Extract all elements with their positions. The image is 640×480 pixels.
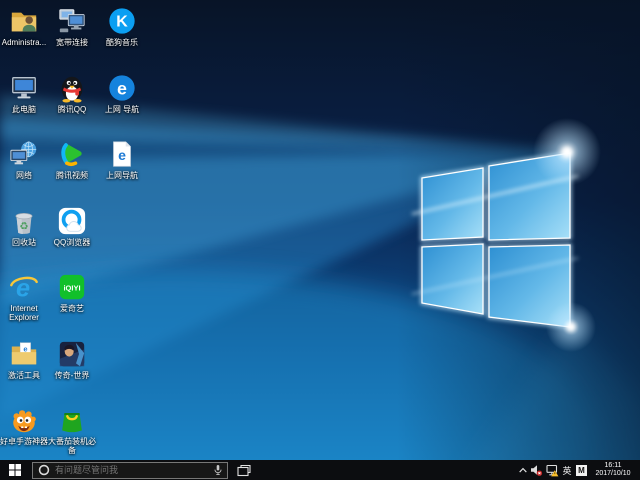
desktop-icon-recycle-bin[interactable]: ♻ 回收站 bbox=[0, 206, 50, 247]
taskbar-search[interactable] bbox=[32, 462, 228, 479]
tray-ime-language[interactable]: 英 bbox=[560, 460, 574, 480]
tray-volume-button[interactable] bbox=[529, 460, 544, 480]
tray-clock[interactable]: 16:11 2017/10/10 bbox=[589, 462, 640, 478]
network-warning-icon bbox=[545, 464, 559, 477]
desktop-icon-tencent-video[interactable]: 腾讯视频 bbox=[46, 139, 98, 180]
icon-label: 回收站 bbox=[12, 238, 36, 247]
web-navigation-doc-icon: e bbox=[107, 139, 137, 169]
icon-label: 上网导航 bbox=[106, 171, 138, 180]
desktop-icon-activation-tool[interactable]: e 激活工具 bbox=[0, 339, 50, 380]
web-navigation-circle-icon: e bbox=[107, 73, 137, 103]
microphone-icon[interactable] bbox=[213, 463, 223, 477]
svg-text:e: e bbox=[117, 79, 127, 99]
icon-label: 此电脑 bbox=[12, 105, 36, 114]
desktop-icon-nav-doc[interactable]: e 上网导航 bbox=[96, 139, 148, 180]
datomato-essentials-icon bbox=[57, 405, 87, 435]
icon-label: 大番茄装机必备 bbox=[46, 437, 98, 455]
user-folder-icon bbox=[9, 6, 39, 36]
search-input[interactable] bbox=[53, 465, 213, 475]
icon-label: Internet Explorer bbox=[0, 304, 50, 322]
tray-network-button[interactable] bbox=[544, 460, 560, 480]
clock-date: 2017/10/10 bbox=[589, 470, 637, 478]
broadband-connection-icon bbox=[57, 6, 87, 36]
icon-label: 传奇-世界 bbox=[55, 371, 90, 380]
ime-language-label: 英 bbox=[562, 464, 571, 477]
desktop-icon-legend-world[interactable]: 传奇-世界 bbox=[46, 339, 98, 380]
task-view-button[interactable] bbox=[231, 460, 257, 480]
legend-world-game-icon bbox=[57, 339, 87, 369]
start-button[interactable] bbox=[0, 460, 29, 480]
taskbar: 英 M 16:11 2017/10/10 bbox=[0, 460, 640, 480]
desktop-icon-qq[interactable]: 腾讯QQ bbox=[46, 73, 98, 114]
network-places-icon bbox=[9, 139, 39, 169]
windows-logo-icon bbox=[9, 464, 21, 476]
desktop-icon-qq-browser[interactable]: QQ浏览器 bbox=[46, 206, 98, 247]
desktop-icon-haozhuo[interactable]: 好卓手游神器 bbox=[0, 405, 50, 446]
desktop-icon-datomato[interactable]: 大番茄装机必备 bbox=[46, 405, 98, 455]
this-pc-icon bbox=[9, 73, 39, 103]
tray-ime-mode-button[interactable]: M bbox=[574, 460, 589, 480]
svg-text:♻: ♻ bbox=[19, 221, 28, 232]
internet-explorer-icon: e bbox=[9, 272, 39, 302]
icon-label: 激活工具 bbox=[8, 371, 40, 380]
tencent-video-icon bbox=[57, 139, 87, 169]
activation-tool-icon: e bbox=[9, 339, 39, 369]
qq-browser-icon bbox=[57, 206, 87, 236]
icon-label: 好卓手游神器 bbox=[0, 437, 48, 446]
desktop-icon-nav-circle[interactable]: e 上网 导航 bbox=[96, 73, 148, 114]
svg-text:iQIYI: iQIYI bbox=[63, 283, 80, 292]
haozhuo-game-helper-icon bbox=[9, 405, 39, 435]
desktop-icon-broadband[interactable]: 宽带连接 bbox=[46, 6, 98, 47]
icon-label: 网络 bbox=[16, 171, 32, 180]
chevron-up-icon bbox=[518, 466, 528, 474]
desktop-screen: Administra... 宽带连接 K 酷狗音乐 此电脑 bbox=[0, 0, 640, 480]
icon-label: 爱奇艺 bbox=[60, 304, 84, 313]
recycle-bin-icon: ♻ bbox=[9, 206, 39, 236]
tencent-qq-icon bbox=[57, 73, 87, 103]
icon-label: 宽带连接 bbox=[56, 38, 88, 47]
speaker-muted-icon bbox=[530, 464, 543, 477]
system-tray: 英 M 16:11 2017/10/10 bbox=[516, 460, 640, 480]
icon-label: 上网 导航 bbox=[105, 105, 139, 114]
clock-time: 16:11 bbox=[589, 462, 637, 470]
cortana-icon bbox=[38, 464, 50, 476]
desktop-icon-kugou[interactable]: K 酷狗音乐 bbox=[96, 6, 148, 47]
desktop-icon-this-pc[interactable]: 此电脑 bbox=[0, 73, 50, 114]
svg-text:K: K bbox=[116, 14, 128, 31]
icon-label: 腾讯视频 bbox=[56, 171, 88, 180]
icon-label: QQ浏览器 bbox=[54, 238, 90, 247]
iqiyi-icon: iQIYI bbox=[57, 272, 87, 302]
icon-label: Administra... bbox=[2, 38, 46, 47]
icon-label: 酷狗音乐 bbox=[106, 38, 138, 47]
desktop-icon-iqiyi[interactable]: iQIYI 爱奇艺 bbox=[46, 272, 98, 313]
desktop-icon-administrator[interactable]: Administra... bbox=[0, 6, 50, 47]
desktop-icon-network[interactable]: 网络 bbox=[0, 139, 50, 180]
svg-text:e: e bbox=[118, 147, 126, 163]
tray-hidden-icons-button[interactable] bbox=[516, 460, 529, 480]
desktop-icon-internet-explorer[interactable]: e Internet Explorer bbox=[0, 272, 50, 322]
icon-label: 腾讯QQ bbox=[58, 105, 86, 114]
ime-mode-badge: M bbox=[576, 465, 587, 476]
task-view-icon bbox=[237, 464, 251, 477]
kugou-music-icon: K bbox=[107, 6, 137, 36]
